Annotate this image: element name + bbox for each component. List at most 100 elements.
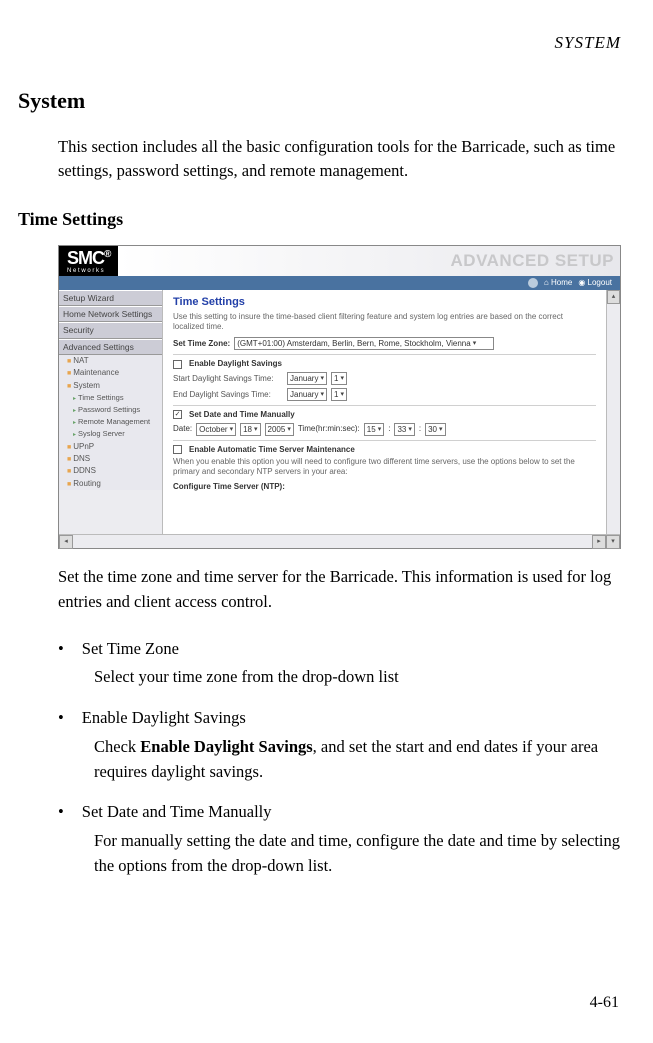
sidebar-label: Time Settings: [78, 393, 124, 402]
sidebar-item-time-settings[interactable]: ▸Time Settings: [59, 392, 162, 404]
tz-select[interactable]: (GMT+01:00) Amsterdam, Berlin, Bern, Rom…: [234, 337, 494, 350]
sidebar-item-routing[interactable]: ■Routing: [59, 478, 162, 490]
dst-end-row: End Daylight Savings Time: January 1: [173, 388, 596, 401]
time-h[interactable]: 15: [364, 423, 384, 436]
sidebar-label: System: [73, 381, 100, 390]
embedded-screenshot: SMC® N e t w o r k s ADVANCED SETUP ⌂ Ho…: [58, 245, 621, 549]
panel-desc: Use this setting to insure the time-base…: [173, 312, 596, 331]
dst-start-label: Start Daylight Savings Time:: [173, 374, 283, 384]
dst-end-day[interactable]: 1: [331, 388, 347, 401]
vertical-scrollbar[interactable]: ▴: [606, 290, 620, 534]
ss-logo-sub: N e t w o r k s: [67, 268, 110, 274]
bullet-marker: •: [58, 800, 64, 825]
sidebar-item-nat[interactable]: ■NAT: [59, 355, 162, 367]
dst-checkbox[interactable]: [173, 360, 182, 369]
dst-enable-label: Enable Daylight Savings: [189, 359, 282, 369]
sidebar-item-system[interactable]: ■System: [59, 380, 162, 392]
home-label: Home: [551, 278, 572, 287]
running-head: SYSTEM: [18, 30, 621, 56]
sidebar-label: Syslog Server: [78, 429, 125, 438]
sidebar-item-maintenance[interactable]: ■Maintenance: [59, 367, 162, 379]
bullet-title: Set Date and Time Manually: [82, 800, 272, 825]
scroll-down-icon[interactable]: ▾: [606, 535, 620, 549]
subsection-title: Time Settings: [18, 206, 621, 233]
dst-start-month[interactable]: January: [287, 372, 327, 385]
bullet-item-dst: • Enable Daylight Savings Check Enable Da…: [58, 706, 621, 784]
bullet-item-manual: • Set Date and Time Manually For manually…: [58, 800, 621, 878]
sidebar-item-remote-management[interactable]: ▸Remote Management: [59, 416, 162, 428]
desc-pre: Check: [94, 737, 140, 756]
time-label: Time(hr:min:sec):: [298, 424, 360, 434]
sidebar-label: Remote Management: [78, 417, 150, 426]
bullet-title: Enable Daylight Savings: [82, 706, 246, 731]
sidebar-item-home-network[interactable]: Home Network Settings: [59, 306, 162, 322]
sidebar-label: Maintenance: [73, 368, 119, 377]
scroll-right-icon[interactable]: ▸: [592, 535, 606, 549]
sidebar-label: DDNS: [73, 466, 96, 475]
auto-desc: When you enable this option you will nee…: [173, 457, 596, 476]
logout-label: Logout: [588, 278, 612, 287]
bullet-desc: For manually setting the date and time, …: [94, 829, 621, 879]
auto-checkbox[interactable]: [173, 445, 182, 454]
desc-bold: Enable Daylight Savings: [140, 737, 312, 756]
tz-label: Set Time Zone:: [173, 339, 230, 349]
home-link[interactable]: ⌂ Home: [544, 278, 572, 288]
bullet-marker: •: [58, 706, 64, 731]
sidebar-label: Password Settings: [78, 405, 140, 414]
manual-checkbox[interactable]: ✓: [173, 410, 182, 419]
sidebar-item-advanced[interactable]: Advanced Settings: [59, 339, 162, 355]
sidebar-item-dns[interactable]: ■DNS: [59, 453, 162, 465]
bullet-desc: Check Enable Daylight Savings, and set t…: [94, 735, 621, 785]
sidebar-label: UPnP: [73, 442, 94, 451]
sidebar-item-setup-wizard[interactable]: Setup Wizard: [59, 290, 162, 306]
ss-main-panel: Time Settings Use this setting to insure…: [163, 290, 606, 534]
date-label: Date:: [173, 424, 192, 434]
panel-title: Time Settings: [173, 296, 596, 309]
ss-topbar: ⌂ Home ◉ Logout: [59, 276, 620, 290]
date-month[interactable]: October: [196, 423, 236, 436]
sidebar-item-upnp[interactable]: ■UPnP: [59, 441, 162, 453]
manual-label: Set Date and Time Manually: [189, 410, 295, 420]
ss-banner: ADVANCED SETUP: [118, 246, 620, 276]
ss-body: Setup Wizard Home Network Settings Secur…: [59, 290, 620, 534]
bullet-marker: •: [58, 637, 64, 662]
ss-logo-text: SMC: [67, 248, 104, 268]
scroll-left-icon[interactable]: ◂: [59, 535, 73, 549]
logout-link[interactable]: ◉ Logout: [578, 278, 612, 288]
manual-row: ✓ Set Date and Time Manually: [173, 410, 596, 420]
dst-start-day[interactable]: 1: [331, 372, 347, 385]
sidebar-label: NAT: [73, 356, 88, 365]
auto-row: Enable Automatic Time Server Maintenance: [173, 445, 596, 455]
ss-header: SMC® N e t w o r k s ADVANCED SETUP: [59, 246, 620, 276]
scroll-up-icon[interactable]: ▴: [607, 290, 620, 304]
section-intro: This section includes all the basic conf…: [58, 135, 621, 185]
timezone-row: Set Time Zone: (GMT+01:00) Amsterdam, Be…: [173, 337, 596, 350]
bullet-item-timezone: •Set Time Zone Select your time zone fro…: [58, 637, 621, 691]
dst-end-month[interactable]: January: [287, 388, 327, 401]
globe-icon: [528, 278, 538, 288]
ss-banner-text: ADVANCED SETUP: [451, 251, 614, 271]
sidebar-item-ddns[interactable]: ■DDNS: [59, 465, 162, 477]
sidebar-label: DNS: [73, 454, 90, 463]
horizontal-scrollbar[interactable]: ◂ ▸ ▾: [59, 534, 620, 548]
bullet-desc: Select your time zone from the drop-down…: [94, 665, 621, 690]
dst-start-row: Start Daylight Savings Time: January 1: [173, 372, 596, 385]
date-year[interactable]: 2005: [265, 423, 294, 436]
sidebar-item-security[interactable]: Security: [59, 322, 162, 338]
ss-sidebar: Setup Wizard Home Network Settings Secur…: [59, 290, 163, 534]
sidebar-item-syslog-server[interactable]: ▸Syslog Server: [59, 428, 162, 440]
page-number: 4-61: [590, 991, 619, 1015]
bullet-list: •Set Time Zone Select your time zone fro…: [58, 637, 621, 879]
sidebar-label: Routing: [73, 479, 101, 488]
subsection-caption: Set the time zone and time server for th…: [58, 565, 621, 615]
sidebar-item-password-settings[interactable]: ▸Password Settings: [59, 404, 162, 416]
dst-end-label: End Daylight Savings Time:: [173, 390, 283, 400]
date-day[interactable]: 18: [240, 423, 260, 436]
ss-logo: SMC® N e t w o r k s: [59, 248, 118, 274]
time-s[interactable]: 30: [425, 423, 445, 436]
auto-label: Enable Automatic Time Server Maintenance: [189, 445, 355, 455]
date-row: Date: October 18 2005 Time(hr:min:sec): …: [173, 423, 596, 436]
section-title: System: [18, 84, 621, 117]
dst-enable-row: Enable Daylight Savings: [173, 359, 596, 369]
time-m[interactable]: 33: [394, 423, 414, 436]
